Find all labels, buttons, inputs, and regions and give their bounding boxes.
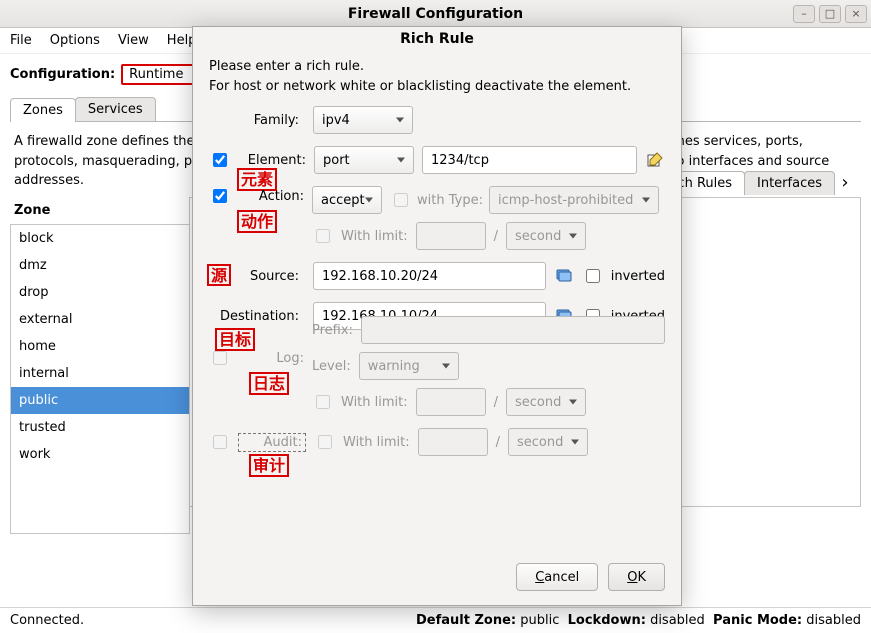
log-limit-input <box>416 388 486 416</box>
minimize-button[interactable]: – <box>793 5 815 23</box>
with-type-label: with Type: <box>417 193 483 208</box>
status-connected: Connected. <box>10 613 84 628</box>
log-limit-unit: second <box>506 388 586 416</box>
zone-item-external[interactable]: external <box>11 306 189 333</box>
action-limit-label: With limit: <box>341 229 408 244</box>
zone-item-dmz[interactable]: dmz <box>11 252 189 279</box>
audit-limit-unit: second <box>508 428 588 456</box>
annotation-audit: 审计 <box>249 454 289 477</box>
tab-services[interactable]: Services <box>75 97 156 121</box>
source-label: Source: <box>209 269 299 284</box>
source-inverted-label: inverted <box>611 269 665 284</box>
zone-item-work[interactable]: work <box>11 441 189 468</box>
element-checkbox[interactable] <box>213 153 227 167</box>
zone-item-home[interactable]: home <box>11 333 189 360</box>
tab-zones[interactable]: Zones <box>10 98 76 122</box>
tab-interfaces-label: Interfaces <box>757 176 822 191</box>
ok-button[interactable]: OK <box>608 563 665 591</box>
zone-item-internal[interactable]: internal <box>11 360 189 387</box>
destination-label: Destination: <box>209 309 299 324</box>
source-inverted-checkbox[interactable] <box>586 269 600 283</box>
source-input[interactable]: 192.168.10.20/24 <box>313 262 546 290</box>
tab-interfaces[interactable]: Interfaces <box>744 171 835 195</box>
log-label: Log: <box>236 351 304 366</box>
audit-limit-input <box>418 428 488 456</box>
window-title: Firewall Configuration <box>0 6 871 22</box>
audit-limit-checkbox <box>318 435 332 449</box>
annotation-action: 动作 <box>237 210 277 233</box>
action-checkbox[interactable] <box>213 189 227 203</box>
with-type-combo: icmp-host-prohibited <box>489 186 659 214</box>
dialog-title: Rich Rule <box>193 27 681 57</box>
zone-list[interactable]: block dmz drop external home internal pu… <box>10 224 190 534</box>
config-label: Configuration: <box>10 67 115 82</box>
log-limit-checkbox <box>316 395 330 409</box>
menu-options[interactable]: Options <box>50 33 100 48</box>
action-limit-input <box>416 222 486 250</box>
source-pick-icon[interactable] <box>554 268 574 284</box>
with-type-checkbox <box>394 193 408 207</box>
maximize-button[interactable]: □ <box>819 5 841 23</box>
titlebar: Firewall Configuration – □ × <box>0 0 871 28</box>
annotation-log: 日志 <box>249 372 289 395</box>
close-button[interactable]: × <box>845 5 867 23</box>
family-label: Family: <box>209 113 299 128</box>
menu-file[interactable]: File <box>10 33 32 48</box>
log-limit-label: With limit: <box>341 395 408 410</box>
main-window: Firewall Configuration – □ × File Option… <box>0 0 871 633</box>
element-type-combo[interactable]: port <box>314 146 414 174</box>
menu-view[interactable]: View <box>118 33 149 48</box>
element-edit-icon[interactable] <box>645 152 665 168</box>
log-prefix-label: Prefix: <box>312 323 353 338</box>
log-checkbox[interactable] <box>213 351 227 365</box>
dialog-intro-2: For host or network white or blacklistin… <box>209 77 665 97</box>
audit-limit-label: With limit: <box>343 435 410 450</box>
log-level-label: Level: <box>312 359 351 374</box>
tab-scroll-right-icon[interactable]: › <box>835 172 855 193</box>
element-value-input[interactable]: 1234/tcp <box>422 146 637 174</box>
zone-heading: Zone <box>10 197 190 224</box>
element-label: Element: <box>238 153 306 168</box>
zone-item-public[interactable]: public <box>11 387 189 414</box>
action-limit-unit: second <box>506 222 586 250</box>
zone-item-drop[interactable]: drop <box>11 279 189 306</box>
action-limit-checkbox <box>316 229 330 243</box>
log-prefix-input <box>361 316 665 344</box>
zone-item-block[interactable]: block <box>11 225 189 252</box>
family-combo[interactable]: ipv4 <box>313 106 413 134</box>
action-combo[interactable]: accept <box>312 186 382 214</box>
zone-item-trusted[interactable]: trusted <box>11 414 189 441</box>
statusbar: Connected. Default Zone: public Lockdown… <box>0 607 871 633</box>
log-level-combo: warning <box>359 352 459 380</box>
dialog-intro-1: Please enter a rich rule. <box>209 57 665 77</box>
action-label: Action: <box>236 189 304 204</box>
audit-label: Audit: <box>238 433 306 452</box>
cancel-button[interactable]: Cancel <box>516 563 598 591</box>
status-default-zone: Default Zone: public Lockdown: disabled … <box>416 613 861 628</box>
rich-rule-dialog: Rich Rule Please enter a rich rule. For … <box>192 26 682 606</box>
audit-checkbox[interactable] <box>213 435 227 449</box>
